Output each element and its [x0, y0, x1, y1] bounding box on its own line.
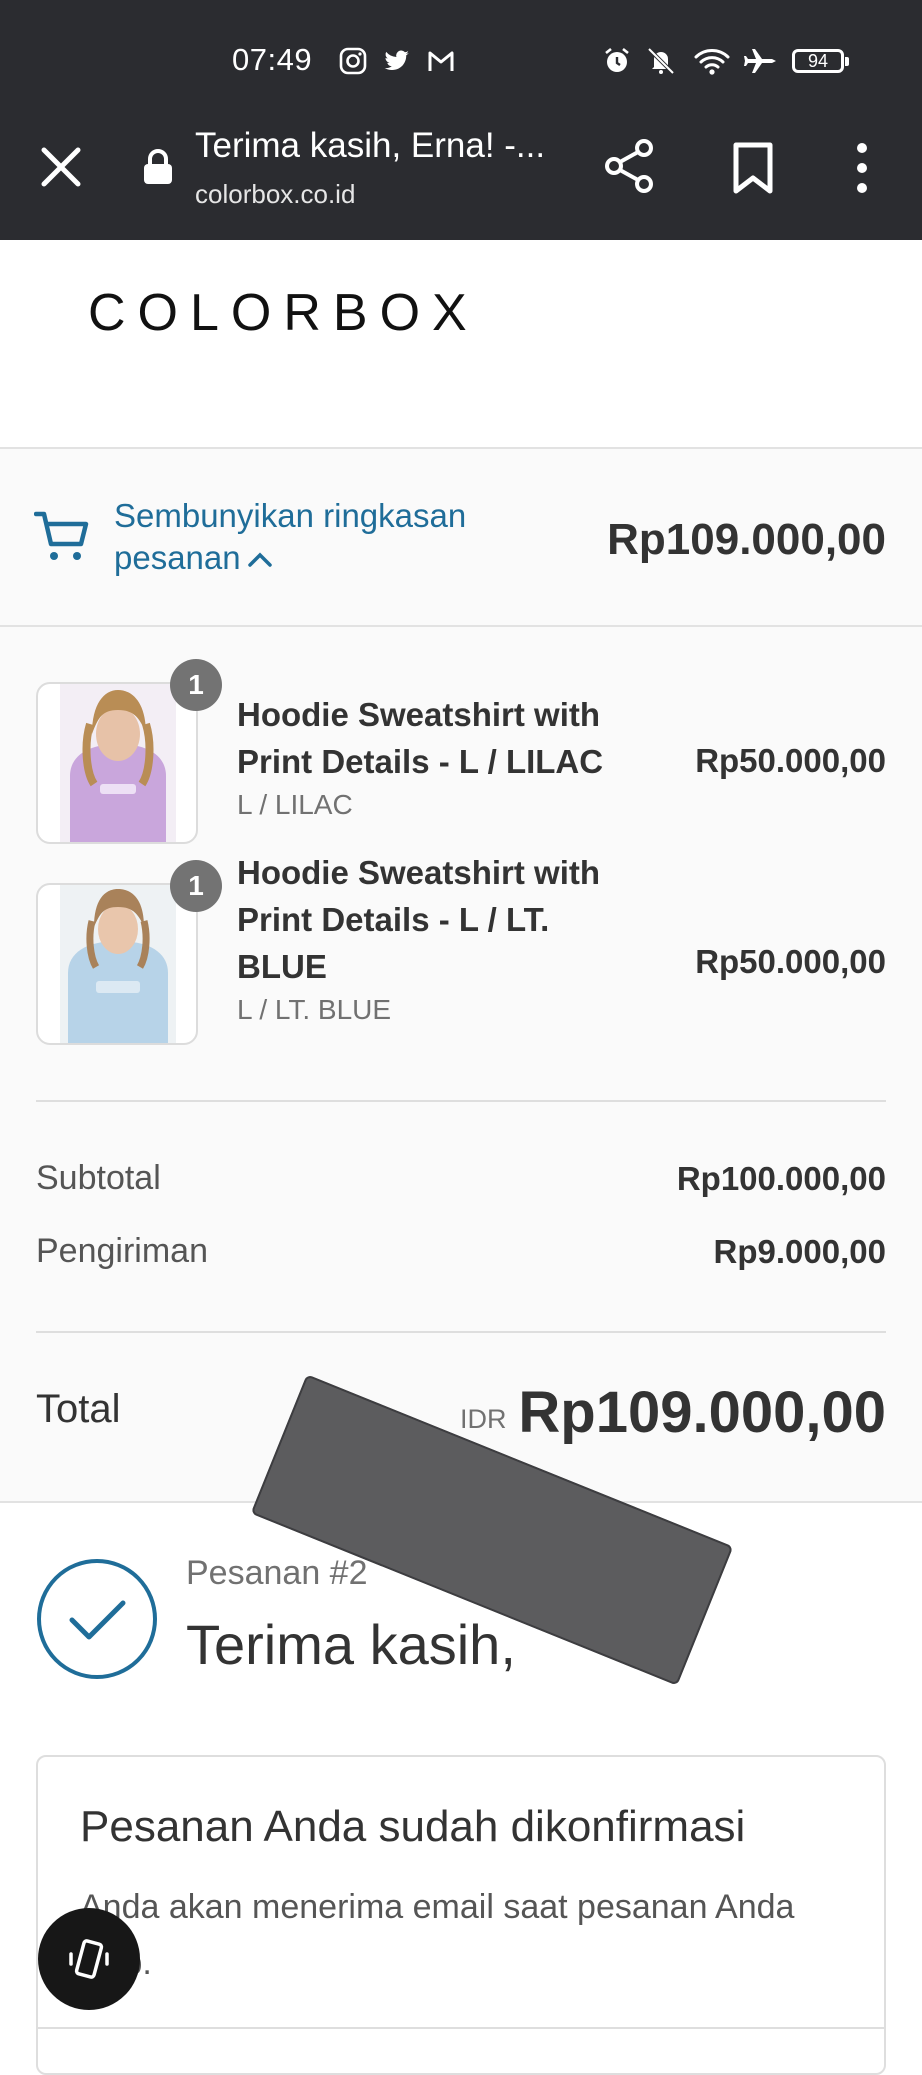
item-name: Hoodie Sweatshirt with Print Details - L… [237, 854, 601, 985]
tab-title[interactable]: Terima kasih, Erna! -... [195, 126, 545, 166]
mute-icon [647, 47, 675, 75]
confirmation-card: Pesanan Anda sudah dikonfirmasi Anda aka… [36, 1755, 886, 2075]
summary-toggle-total: Rp109.000,00 [607, 515, 886, 564]
rotate-icon [69, 1939, 109, 1979]
divider [36, 1100, 886, 1102]
quantity-badge: 1 [170, 659, 222, 711]
product-photo-lilac [60, 684, 176, 842]
lock-icon[interactable] [142, 148, 174, 186]
item-price: Rp50.000,00 [695, 742, 886, 779]
thank-you-heading: Terima kasih, [186, 1613, 516, 1676]
divider [36, 1331, 886, 1333]
share-icon[interactable] [602, 138, 658, 194]
summary-toggle[interactable]: Sembunyikan ringkasan pesanan Rp109.000,… [0, 449, 922, 627]
screen-rotate-button[interactable] [38, 1908, 140, 2010]
product-image [36, 682, 198, 844]
wifi-icon [694, 49, 730, 75]
browser-chrome: 07:49 94 Terima kasih, Erna! -... colorb… [0, 0, 922, 240]
order-number: Pesanan #2 [186, 1554, 368, 1592]
shipping-label: Pengiriman [36, 1232, 208, 1270]
twitter-icon [384, 50, 409, 71]
battery-indicator: 94 [792, 49, 849, 73]
bookmark-icon[interactable] [731, 142, 775, 194]
total-value: Rp109.000,00 [518, 1380, 886, 1445]
product-photo-lt-blue [60, 885, 176, 1043]
status-time: 07:49 [232, 42, 313, 77]
alarm-icon [605, 47, 629, 72]
quantity-badge: 1 [170, 860, 222, 912]
airplane-icon [744, 49, 776, 73]
subtotal-value: Rp100.000,00 [676, 1160, 886, 1197]
product-image [36, 883, 198, 1045]
close-icon[interactable] [36, 142, 86, 192]
item-variant: L / LILAC [237, 789, 353, 820]
order-summary: Sembunyikan ringkasan pesanan Rp109.000,… [0, 447, 922, 1503]
address-url[interactable]: colorbox.co.id [195, 179, 355, 210]
cart-icon [34, 511, 89, 560]
item-name: Hoodie Sweatshirt with Print Details - L… [237, 696, 604, 780]
item-variant: L / LT. BLUE [237, 994, 392, 1025]
brand-logo[interactable]: COLORBOX [88, 283, 479, 343]
shipping-value: Rp9.000,00 [713, 1233, 886, 1270]
divider [38, 2027, 884, 2029]
gmail-icon [428, 51, 454, 71]
check-circle-icon [37, 1559, 157, 1679]
chevron-up-icon [247, 552, 272, 568]
more-vert-icon[interactable] [852, 142, 872, 194]
item-price: Rp50.000,00 [695, 943, 886, 980]
instagram-icon [339, 47, 367, 75]
card-title: Pesanan Anda sudah dikonfirmasi [80, 1802, 746, 1851]
currency-code: IDR [460, 1404, 507, 1434]
subtotal-label: Subtotal [36, 1159, 161, 1197]
summary-toggle-text: Sembunyikan ringkasan pesanan [114, 497, 467, 576]
summary-toggle-label[interactable]: Sembunyikan ringkasan pesanan [114, 495, 474, 579]
card-text: Anda akan menerima email saat pesanan An… [80, 1888, 795, 1982]
total-label: Total [36, 1387, 121, 1431]
